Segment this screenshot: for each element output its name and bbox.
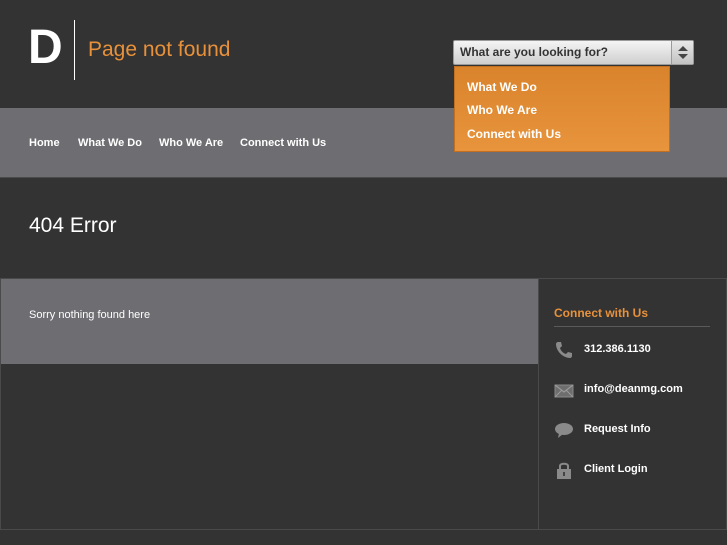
- mail-icon: [554, 380, 574, 400]
- contact-phone-label: 312.386.1130: [584, 343, 651, 355]
- dropdown-item-who-we-are[interactable]: Who We Are: [467, 103, 537, 117]
- logo-divider: [74, 20, 75, 80]
- phone-icon: [554, 340, 574, 360]
- contact-phone[interactable]: 312.386.1130: [554, 340, 714, 360]
- contact-email-label: info@deanmg.com: [584, 383, 683, 395]
- lock-icon: [554, 460, 574, 480]
- page-title: Page not found: [88, 38, 231, 61]
- search-select[interactable]: What are you looking for?: [453, 40, 694, 65]
- sidebar-rule: [554, 326, 710, 327]
- contact-client-login[interactable]: Client Login: [554, 460, 714, 480]
- error-message: Sorry nothing found here: [29, 309, 151, 321]
- speech-bubble-icon: [554, 420, 574, 440]
- dropdown-item-what-we-do[interactable]: What We Do: [467, 80, 537, 94]
- main-content: [0, 279, 538, 364]
- logo[interactable]: D: [28, 24, 63, 72]
- error-title: 404 Error: [29, 214, 117, 237]
- nav-item-home[interactable]: Home: [29, 137, 60, 149]
- nav-item-what-we-do[interactable]: What We Do: [78, 137, 142, 149]
- sidebar-title: Connect with Us: [554, 306, 649, 320]
- contact-request-info[interactable]: Request Info: [554, 420, 714, 440]
- select-arrows-icon[interactable]: [671, 41, 693, 64]
- contact-client-login-label: Client Login: [584, 463, 648, 475]
- sidebar-divider: [538, 279, 539, 530]
- search-dropdown-menu: What We Do Who We Are Connect with Us: [454, 66, 670, 152]
- contact-email[interactable]: info@deanmg.com: [554, 380, 714, 400]
- nav-item-who-we-are[interactable]: Who We Are: [159, 137, 223, 149]
- contact-request-info-label: Request Info: [584, 423, 651, 435]
- dropdown-item-connect-with-us[interactable]: Connect with Us: [467, 127, 561, 141]
- search-select-value: What are you looking for?: [460, 45, 609, 59]
- nav-item-connect-with-us[interactable]: Connect with Us: [240, 137, 326, 149]
